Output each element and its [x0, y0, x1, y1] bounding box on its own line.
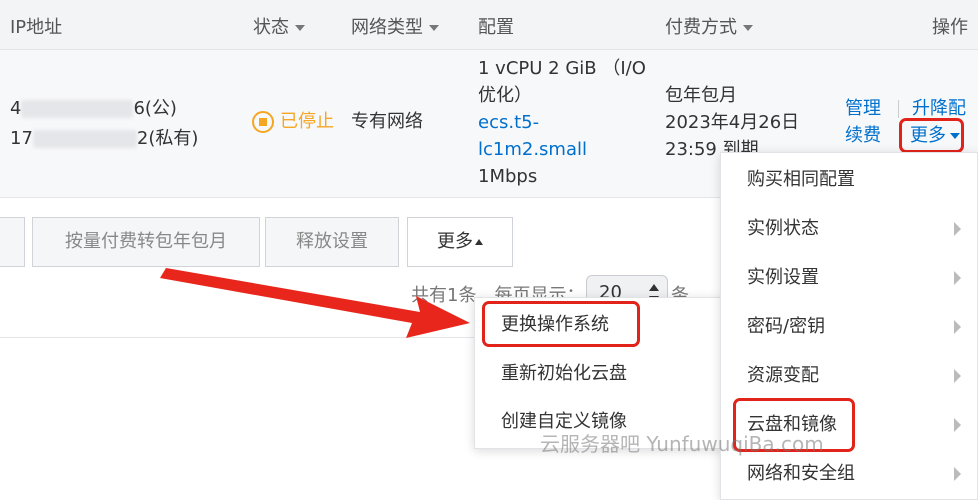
annotation-arrow-icon — [160, 268, 470, 338]
watermark: 云服务器吧 YunfuwuqiBa.com — [540, 432, 824, 456]
